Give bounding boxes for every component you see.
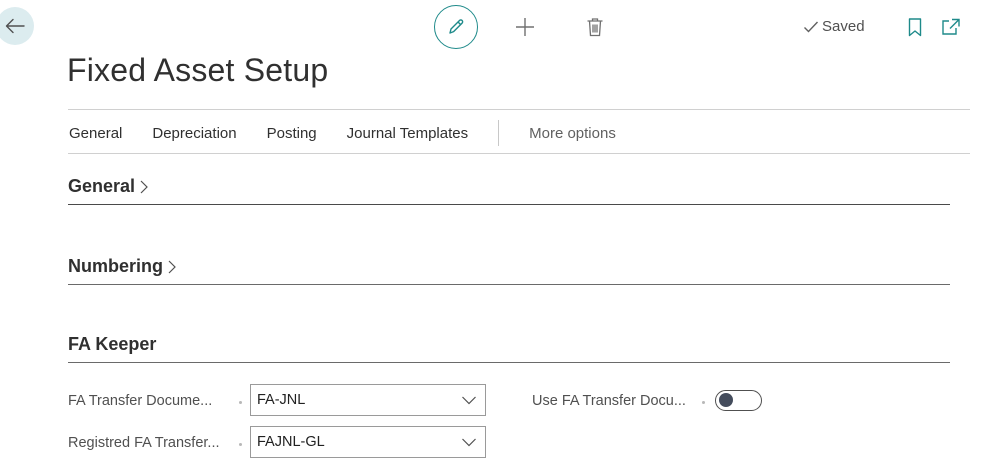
open-in-new-window-icon [942,18,960,35]
section-numbering-divider [68,284,950,285]
checkmark-icon [804,21,819,33]
section-fa-keeper-header[interactable]: FA Keeper [68,334,156,355]
fa-transfer-document-value: FA-JNL [257,392,306,408]
section-numbering-title: Numbering [68,256,164,276]
tab-depreciation[interactable]: Depreciation [152,125,236,142]
title-divider [68,109,970,110]
use-fa-transfer-doc-label: Use FA Transfer Docu... [532,393,686,409]
use-fa-transfer-doc-toggle[interactable] [715,390,762,411]
edit-button[interactable] [434,5,478,49]
chevron-down-icon [462,438,476,447]
fixed-asset-setup-page: Saved Fixed Asset Setup General Deprecia… [0,0,987,473]
saved-label: Saved [822,18,865,35]
section-numbering-header[interactable]: Numbering [68,256,177,277]
pencil-icon [449,19,464,34]
registred-fa-transfer-label: Registred FA Transfer... [68,435,220,451]
section-fa-keeper-divider [68,362,950,363]
section-general-title: General [68,176,136,196]
section-fa-keeper-title: FA Keeper [68,334,157,354]
toggle-knob [719,393,733,407]
registred-fa-transfer-select[interactable]: FAJNL-GL [250,426,486,458]
bookmark-icon [908,17,922,36]
back-button[interactable] [0,7,34,45]
tab-posting[interactable]: Posting [267,125,317,142]
tabs-divider [68,153,970,154]
plus-icon [516,18,534,36]
delete-button[interactable] [584,15,606,39]
chevron-down-icon [462,396,476,405]
field-dot [702,401,705,404]
fa-transfer-document-select[interactable]: FA-JNL [250,384,486,416]
chevron-right-icon [140,180,148,193]
saved-status: Saved [803,18,865,35]
new-button[interactable] [514,16,536,38]
chevron-right-icon [168,260,176,273]
field-dot [239,401,242,404]
bookmark-button[interactable] [906,16,924,38]
tab-separator [498,120,500,146]
arrow-left-icon [5,18,25,34]
open-in-new-window-button[interactable] [940,16,962,38]
trash-icon [587,18,603,37]
section-general-divider [68,204,950,205]
registred-fa-transfer-value: FAJNL-GL [257,434,325,450]
action-tabs: General Depreciation Posting Journal Tem… [69,120,646,146]
more-options-button[interactable]: More options [529,125,616,142]
section-general-header[interactable]: General [68,176,149,197]
fa-transfer-document-label: FA Transfer Docume... [68,393,213,409]
tab-journal-templates[interactable]: Journal Templates [347,125,468,142]
page-title: Fixed Asset Setup [67,52,329,88]
tab-general[interactable]: General [69,125,122,142]
field-dot [239,443,242,446]
